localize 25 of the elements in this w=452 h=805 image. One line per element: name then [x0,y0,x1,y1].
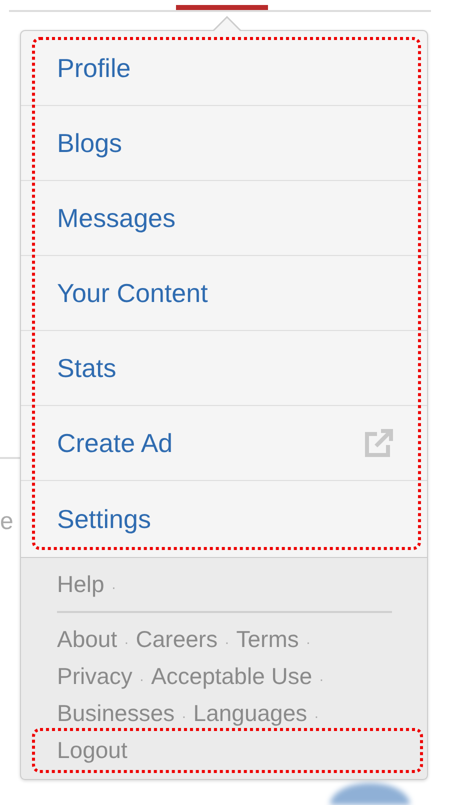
separator-dot: · [314,707,319,726]
menu-item[interactable]: Settings [21,481,427,557]
menu-item[interactable]: Stats [21,331,427,406]
menu-item[interactable]: Create Ad [21,406,427,481]
menu-item[interactable]: Blogs [21,106,427,181]
background-text: e [0,508,14,536]
footer-link[interactable]: Careers [136,621,218,658]
footer-link[interactable]: Terms [236,621,299,658]
separator-dot: · [224,633,230,652]
logout-link[interactable]: Logout [57,732,128,769]
footer-link[interactable]: Help [57,566,104,603]
footer-link[interactable]: Businesses [57,695,175,732]
footer-link[interactable]: Languages [193,695,308,732]
menu-item[interactable]: Profile [21,31,427,106]
separator-dot: · [182,707,186,726]
separator-dot: · [139,670,144,689]
footer-link[interactable]: Acceptable Use [151,658,312,695]
menu-item[interactable]: Your Content [21,256,427,331]
separator-dot: · [319,670,324,689]
separator-dot: · [124,633,129,652]
separator-dot: · [306,633,311,652]
separator-dot: · [111,578,116,597]
footer-link[interactable]: About [57,621,118,658]
menu-item[interactable]: Messages [21,181,427,256]
footer-link[interactable]: Privacy [57,658,132,695]
